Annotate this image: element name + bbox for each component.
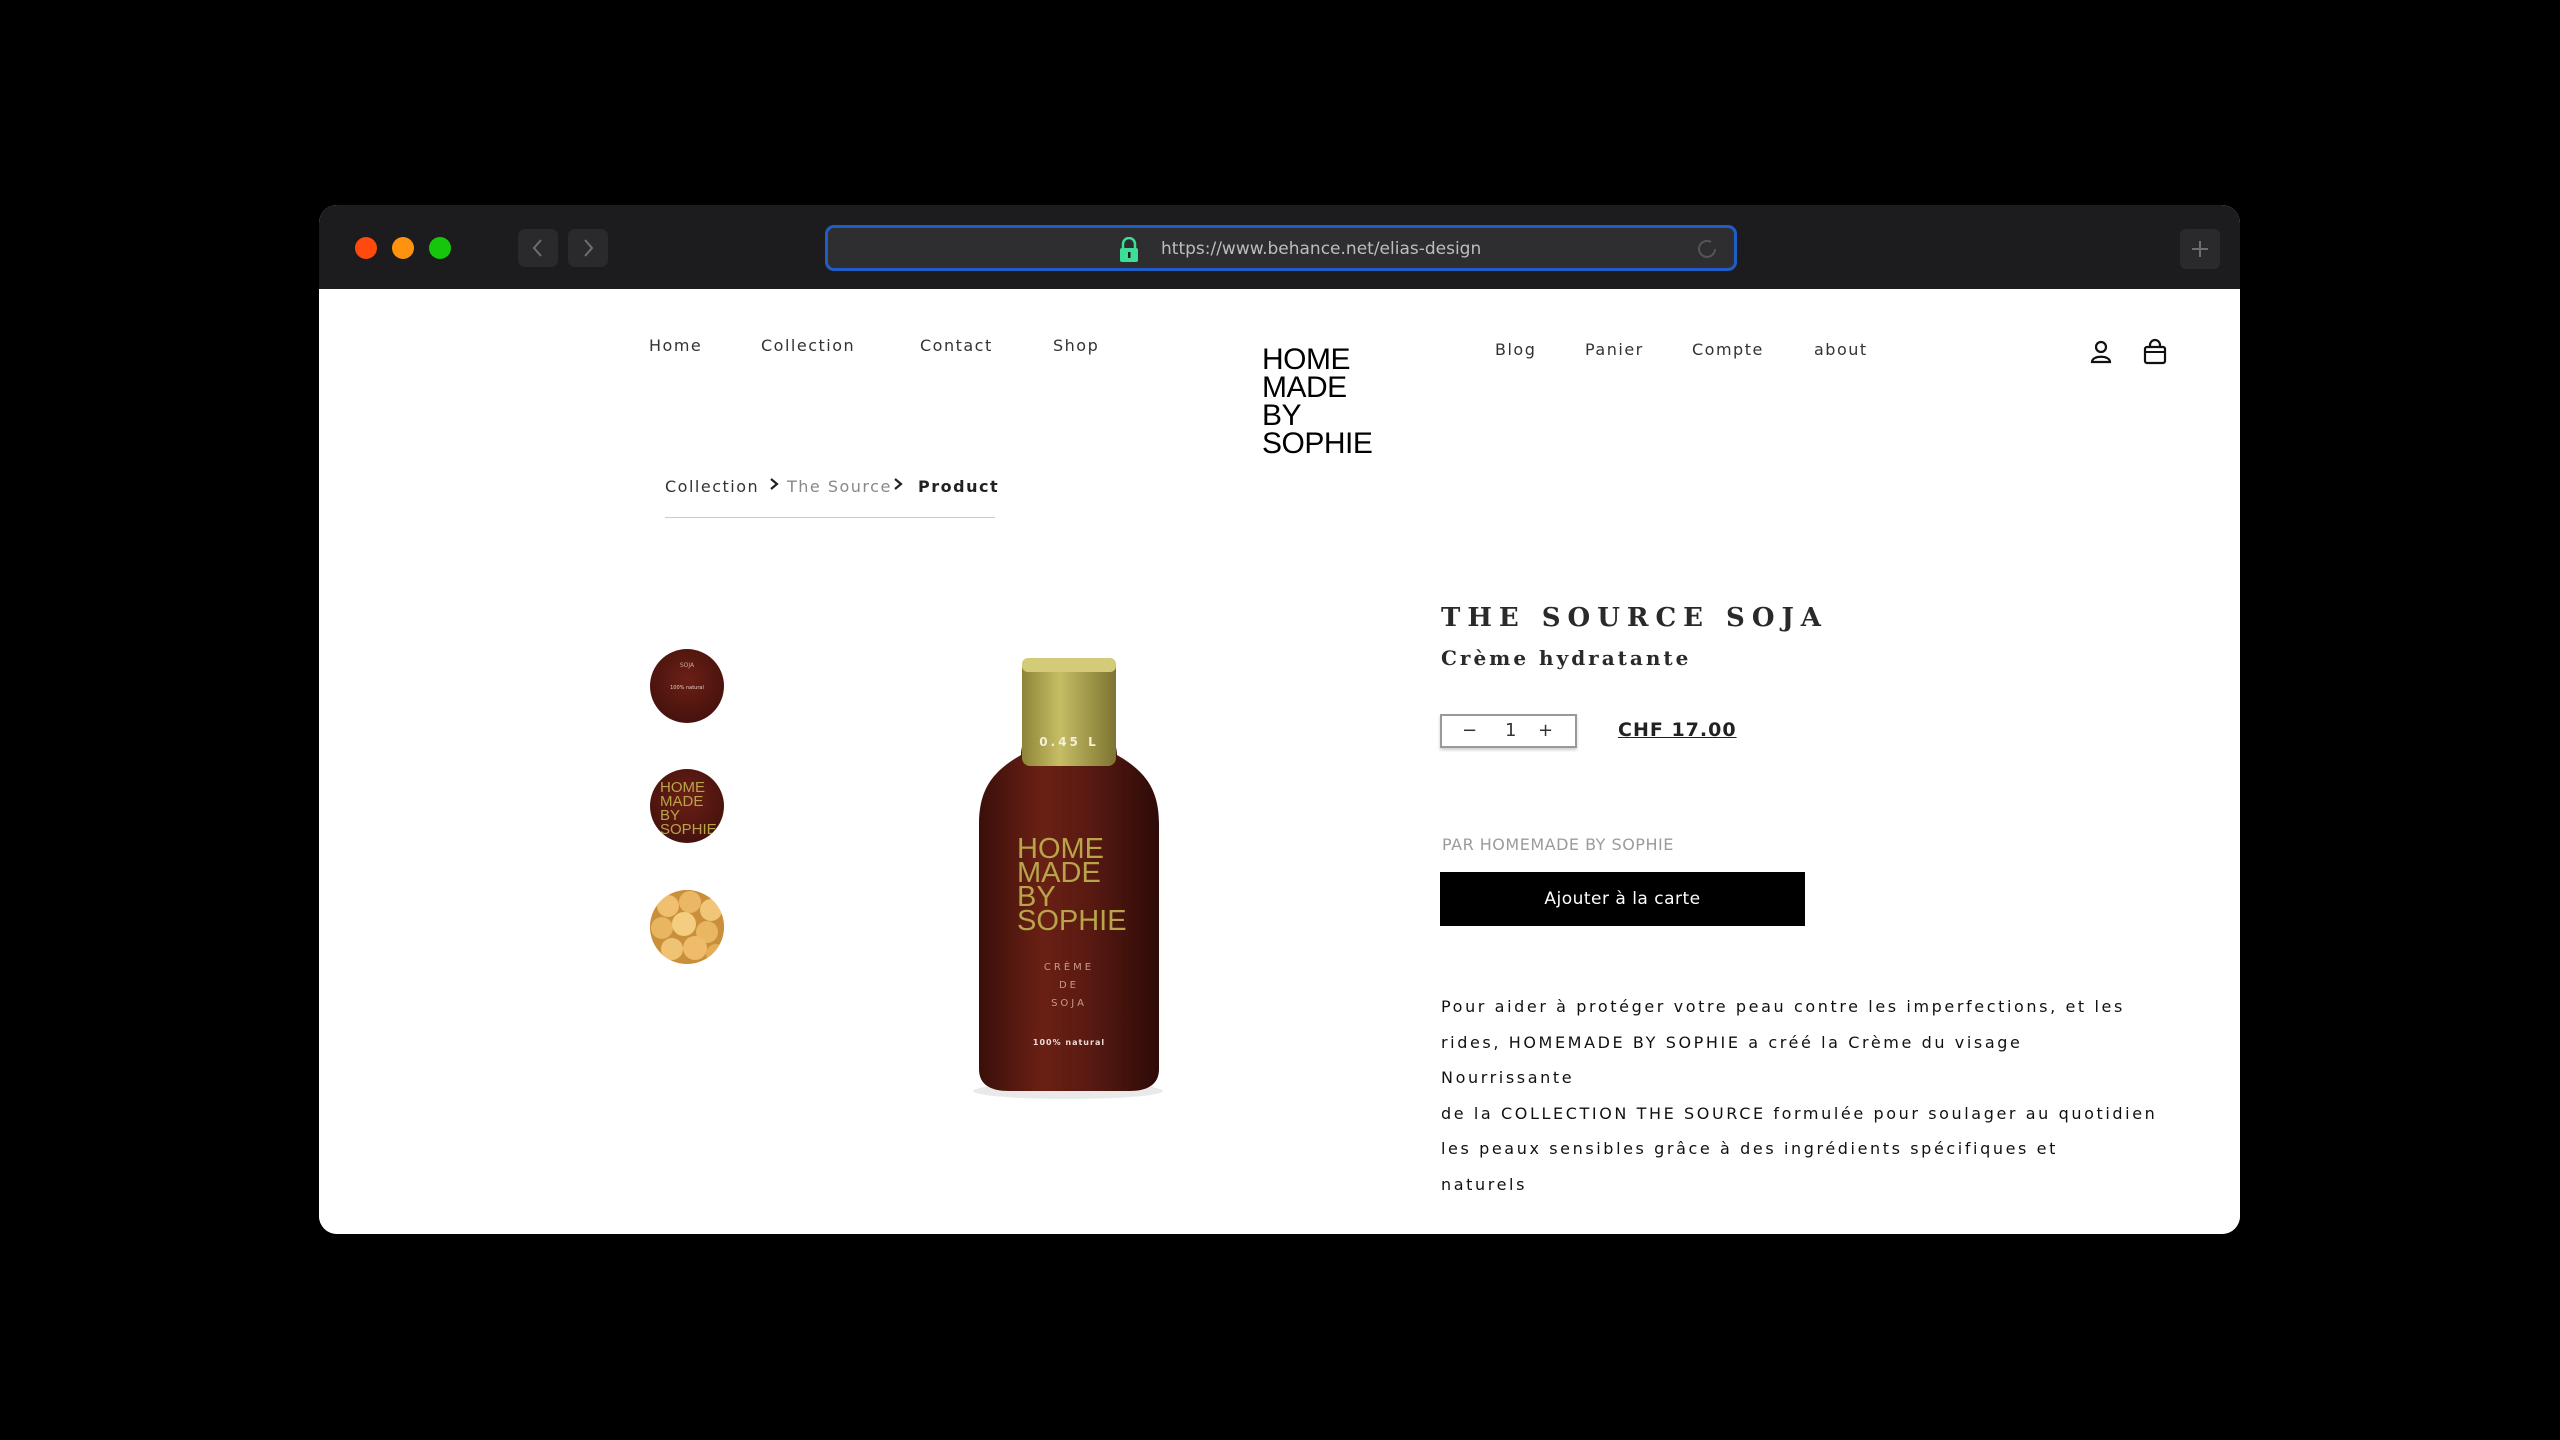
thumb-natural-text: 100% natural — [670, 685, 704, 691]
breadcrumb-the-source[interactable]: The Source — [787, 477, 892, 496]
user-icon[interactable] — [2087, 338, 2115, 366]
bottle-volume-label: 0.45 L — [1039, 735, 1098, 749]
shopping-bag-icon[interactable] — [2141, 338, 2169, 366]
logo-line: SOPHIE — [1262, 427, 1373, 460]
nav-panier[interactable]: Panier — [1585, 340, 1644, 359]
back-button[interactable] — [518, 229, 558, 267]
chevron-right-icon — [584, 239, 594, 257]
plus-icon — [2192, 241, 2208, 257]
breadcrumb-product: Product — [918, 477, 1000, 496]
logo-line: MADE — [1262, 371, 1347, 404]
thumb-soja-text: SOJA — [680, 662, 695, 669]
breadcrumb-collection[interactable]: Collection — [665, 477, 759, 496]
add-to-cart-button[interactable]: Ajouter à la carte — [1440, 872, 1805, 926]
brand-logo[interactable]: HOME MADE BY SOPHIE — [1262, 343, 1373, 460]
description-line: les peaux sensibles grâce à des ingrédie… — [1441, 1139, 2058, 1158]
nav-collection[interactable]: Collection — [761, 336, 855, 355]
thumb-brand-line: SOPHIE — [660, 821, 717, 838]
browser-titlebar: https://www.behance.net/elias-design — [319, 205, 2240, 289]
lock-icon — [1120, 237, 1138, 262]
bottle-variant-line: SOJA — [1051, 998, 1087, 1009]
breadcrumb: Collection The Source Product — [665, 471, 998, 518]
quantity-value[interactable]: 1 — [1505, 720, 1516, 741]
nav-contact[interactable]: Contact — [920, 336, 993, 355]
chevron-left-icon — [532, 239, 542, 257]
chevron-right-icon — [894, 478, 903, 490]
product-vendor: PAR HOMEMADE BY SOPHIE — [1442, 835, 1674, 854]
bottle-natural-label: 100% natural — [1033, 1038, 1105, 1047]
thumbnail-bottle-top[interactable]: SOJA 100% natural — [650, 649, 724, 723]
close-window-button[interactable] — [355, 237, 377, 259]
address-bar[interactable]: https://www.behance.net/elias-design — [825, 225, 1737, 271]
product-bottle-image: 0.45 L HOME MADE BY SOPHIE CRÈME DE SOJA… — [973, 658, 1163, 1099]
product-description: Pour aider à protéger votre peau contre … — [1441, 989, 2161, 1202]
product-page: Home Collection Contact Shop HOME MADE B… — [319, 289, 2240, 1234]
product-price: CHF 17.00 — [1618, 719, 1737, 741]
thumb-brand-text: HOME MADE BY SOPHIE — [660, 780, 717, 838]
maximize-window-button[interactable] — [429, 237, 451, 259]
quantity-decrement-button[interactable]: − — [1462, 720, 1477, 741]
description-line: Pour aider à protéger votre peau contre … — [1441, 997, 2125, 1016]
soybeans-graphic — [650, 890, 724, 964]
bottle-brand-line: SOPHIE — [1017, 905, 1127, 937]
minimize-window-button[interactable] — [392, 237, 414, 259]
forward-button[interactable] — [568, 229, 608, 267]
bottle-variant-line: DE — [1059, 980, 1079, 991]
chevron-right-icon — [770, 478, 779, 490]
bottle-variant-line: CRÈME — [1044, 960, 1094, 973]
thumbnail-soybeans[interactable] — [650, 890, 724, 964]
product-subtitle: Crème hydratante — [1441, 646, 1692, 670]
nav-shop[interactable]: Shop — [1053, 336, 1099, 355]
thumbnail-bottle-label[interactable]: HOME MADE BY SOPHIE — [650, 769, 724, 843]
url-text: https://www.behance.net/elias-design — [1161, 239, 1482, 259]
description-line: rides, HOMEMADE BY SOPHIE a créé la Crèm… — [1441, 1032, 2023, 1088]
quantity-stepper: − 1 + — [1440, 714, 1577, 748]
browser-window: https://www.behance.net/elias-design Hom… — [319, 205, 2240, 1234]
nav-home[interactable]: Home — [649, 336, 702, 355]
thumbnail-graphic: SOJA 100% natural — [670, 662, 704, 691]
reload-icon[interactable] — [1694, 236, 1720, 262]
new-tab-button[interactable] — [2180, 229, 2220, 269]
description-line: naturels — [1441, 1174, 1528, 1194]
description-line: de la COLLECTION THE SOURCE formulée pou… — [1441, 1103, 2158, 1123]
logo-line: HOME — [1262, 343, 1351, 376]
nav-about[interactable]: about — [1814, 340, 1868, 359]
product-title: THE SOURCE SOJA — [1441, 603, 1828, 633]
logo-line: BY — [1262, 399, 1302, 432]
nav-blog[interactable]: Blog — [1495, 340, 1536, 359]
nav-compte[interactable]: Compte — [1692, 340, 1764, 359]
quantity-increment-button[interactable]: + — [1538, 720, 1553, 741]
